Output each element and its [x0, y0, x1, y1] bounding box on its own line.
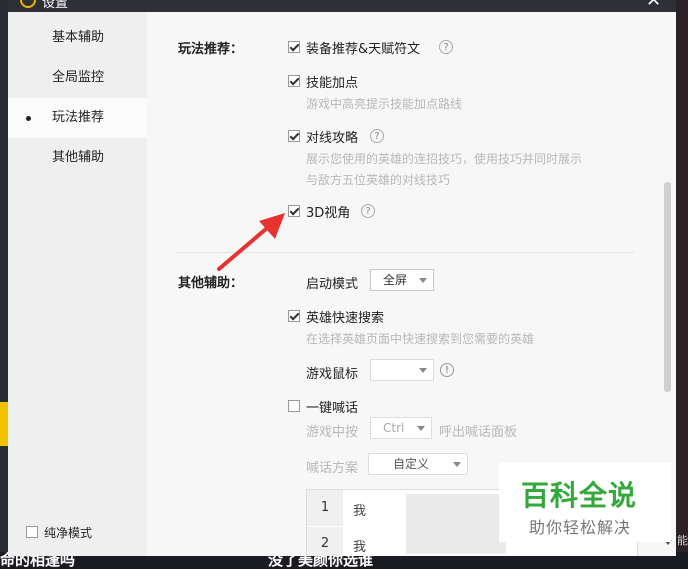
- table-row-number: 2: [307, 527, 343, 556]
- hotkey-suffix: 呼出喊话面板: [439, 425, 518, 440]
- close-button[interactable]: ✕: [646, 0, 661, 11]
- shout-plan-select[interactable]: 自定义: [368, 453, 468, 475]
- hotkey-prefix: 游戏中按: [306, 425, 359, 440]
- sidebar-item-gameplay[interactable]: 玩法推荐: [8, 98, 147, 138]
- settings-dialog: 设置 ✕ 基本辅助 全局监控 玩法推荐 其他辅助 纯净模式 玩法推荐： 装备推荐…: [8, 0, 676, 556]
- active-dot-icon: [26, 116, 31, 121]
- table-row-text[interactable]: 我: [353, 500, 366, 519]
- watermark-subtitle: 助你轻松解决: [529, 518, 632, 537]
- scrollbar-thumb[interactable]: [664, 182, 671, 392]
- sidebar-item-label: 全局监控: [52, 70, 105, 85]
- game-mouse-select[interactable]: [370, 359, 434, 381]
- chevron-down-icon: [417, 426, 425, 431]
- equip-rune-label: 装备推荐&天赋符文: [306, 42, 421, 57]
- hotkey-select[interactable]: Ctrl: [370, 417, 432, 439]
- sidebar-item-label: 玩法推荐: [52, 110, 105, 125]
- background-right-strip: [676, 0, 688, 569]
- sidebar-item-basic[interactable]: 基本辅助: [8, 18, 147, 58]
- gameplay-section-title: 玩法推荐：: [178, 42, 244, 57]
- background-right-text: 能: [677, 534, 688, 547]
- pure-mode-checkbox[interactable]: [26, 526, 38, 538]
- help-icon[interactable]: ?: [361, 204, 375, 218]
- hero-search-checkbox[interactable]: [288, 310, 300, 322]
- hotkey-value: Ctrl: [383, 421, 405, 435]
- launch-mode-value: 全屏: [383, 273, 408, 287]
- hero-search-desc: 在选择英雄页面中快速搜索到您需要的英雄: [306, 332, 535, 346]
- info-icon[interactable]: !: [440, 363, 454, 377]
- sidebar-item-monitor[interactable]: 全局监控: [8, 58, 147, 98]
- launch-mode-select[interactable]: 全屏: [370, 269, 434, 291]
- watermark: 百科全说 助你轻松解决: [499, 462, 671, 542]
- equip-rune-checkbox[interactable]: [288, 41, 300, 53]
- help-icon[interactable]: ?: [370, 129, 384, 143]
- hero-search-label: 英雄快速搜索: [306, 311, 385, 326]
- table-row-text[interactable]: 我: [353, 536, 366, 555]
- chevron-down-icon: [453, 462, 461, 467]
- watermark-title: 百科全说: [521, 479, 638, 512]
- lane-guide-desc-line2: 与敌方五位英雄的对线技巧: [306, 173, 451, 187]
- skill-points-checkbox[interactable]: [288, 75, 300, 87]
- shout-plan-label: 喊话方案: [306, 461, 359, 476]
- help-icon[interactable]: ?: [439, 40, 453, 54]
- title-bar: 设置 ✕: [8, 0, 676, 12]
- game-mouse-label: 游戏鼠标: [306, 367, 359, 382]
- app-logo-icon: [20, 0, 36, 8]
- shout-plan-value: 自定义: [393, 457, 430, 471]
- one-key-shout-label: 一键喊话: [306, 401, 359, 416]
- table-row-number: 1: [307, 490, 343, 526]
- chevron-down-icon: [419, 368, 427, 373]
- chevron-down-icon: [419, 278, 427, 283]
- window-title: 设置: [42, 0, 69, 11]
- blurred-region: [406, 494, 506, 554]
- pure-mode-label: 纯净模式: [44, 526, 93, 540]
- one-key-shout-checkbox[interactable]: [288, 400, 300, 412]
- lane-guide-label: 对线攻略: [306, 131, 359, 146]
- skill-points-label: 技能加点: [306, 76, 359, 91]
- view-3d-label: 3D视角: [306, 206, 351, 221]
- sidebar-item-other[interactable]: 其他辅助: [8, 138, 147, 178]
- sidebar-item-label: 基本辅助: [52, 30, 105, 45]
- red-arrow-icon: [217, 213, 285, 271]
- sidebar-item-label: 其他辅助: [52, 150, 105, 165]
- lane-guide-desc-line1: 展示您使用的英雄的连招技巧，使用技巧并同时展示: [306, 152, 583, 166]
- launch-mode-label: 启动模式: [306, 277, 359, 292]
- lane-guide-checkbox[interactable]: [288, 130, 300, 142]
- skill-points-desc: 游戏中高亮提示技能加点路线: [306, 97, 463, 111]
- sidebar: 基本辅助 全局监控 玩法推荐 其他辅助: [8, 12, 147, 556]
